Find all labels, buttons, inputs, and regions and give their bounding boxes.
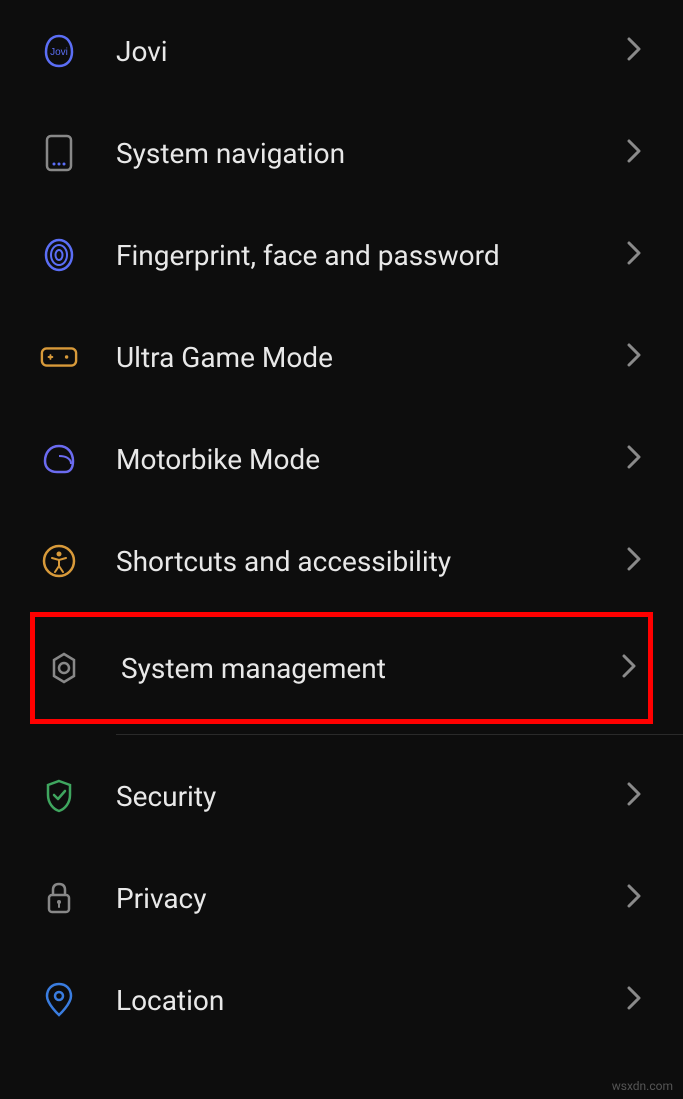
gamepad-icon xyxy=(40,338,78,376)
location-pin-icon xyxy=(40,981,78,1019)
fingerprint-icon xyxy=(40,236,78,274)
helmet-icon xyxy=(40,440,78,478)
watermark: wsxdn.com xyxy=(612,1079,673,1093)
chevron-right-icon xyxy=(625,341,643,373)
settings-list: Jovi Jovi System navigation xyxy=(0,0,683,1051)
settings-item-motorbike-mode[interactable]: Motorbike Mode xyxy=(0,408,683,510)
svg-text:Jovi: Jovi xyxy=(50,47,68,58)
settings-item-ultra-game-mode[interactable]: Ultra Game Mode xyxy=(0,306,683,408)
chevron-right-icon xyxy=(625,545,643,577)
settings-item-label: System navigation xyxy=(116,137,625,170)
settings-item-label: System management xyxy=(121,652,620,685)
settings-item-system-management[interactable]: System management xyxy=(30,612,653,724)
gear-icon xyxy=(45,649,83,687)
jovi-icon: Jovi xyxy=(40,32,78,70)
settings-item-system-navigation[interactable]: System navigation xyxy=(0,102,683,204)
settings-item-shortcuts-accessibility[interactable]: Shortcuts and accessibility xyxy=(0,510,683,612)
settings-item-security[interactable]: Security xyxy=(0,745,683,847)
settings-item-label: Privacy xyxy=(116,882,625,915)
chevron-right-icon xyxy=(625,239,643,271)
chevron-right-icon xyxy=(625,984,643,1016)
chevron-right-icon xyxy=(625,443,643,475)
settings-item-label: Security xyxy=(116,780,625,813)
section-divider xyxy=(116,734,683,735)
settings-item-privacy[interactable]: Privacy xyxy=(0,847,683,949)
settings-item-location[interactable]: Location xyxy=(0,949,683,1051)
settings-item-label: Shortcuts and accessibility xyxy=(116,545,625,578)
accessibility-icon xyxy=(40,542,78,580)
settings-item-jovi[interactable]: Jovi Jovi xyxy=(0,0,683,102)
chevron-right-icon xyxy=(625,780,643,812)
shield-icon xyxy=(40,777,78,815)
chevron-right-icon xyxy=(625,137,643,169)
settings-item-label: Ultra Game Mode xyxy=(116,341,625,374)
chevron-right-icon xyxy=(620,652,638,684)
lock-icon xyxy=(40,879,78,917)
chevron-right-icon xyxy=(625,882,643,914)
settings-item-fingerprint[interactable]: Fingerprint, face and password xyxy=(0,204,683,306)
settings-item-label: Jovi xyxy=(116,35,625,68)
phone-icon xyxy=(40,134,78,172)
settings-item-label: Fingerprint, face and password xyxy=(116,239,625,272)
settings-item-label: Motorbike Mode xyxy=(116,443,625,476)
settings-item-label: Location xyxy=(116,984,625,1017)
chevron-right-icon xyxy=(625,35,643,67)
